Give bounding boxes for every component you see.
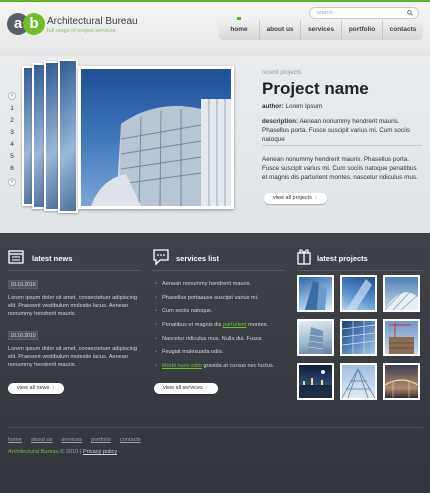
service-item[interactable]: Aenean nonummy hendrerit mauris. — [154, 281, 284, 287]
project-thumb-glass-tower[interactable] — [297, 275, 334, 312]
footer-link-services[interactable]: services — [61, 437, 82, 443]
project-thumb-glass-roof[interactable] — [340, 363, 377, 400]
pager-item-4[interactable]: 4 — [5, 139, 19, 151]
search-input[interactable]: search — [309, 7, 419, 19]
glass-roof-image — [342, 368, 375, 398]
service-item-tail: montes. — [248, 322, 269, 328]
project-thumb-office-building[interactable] — [297, 319, 334, 356]
news-icon — [8, 250, 24, 264]
view-all-news-label: view all news — [17, 385, 50, 391]
author-value: Lorem Ipsum — [285, 103, 323, 110]
project-thumb-glass-dome[interactable] — [383, 275, 420, 312]
pager-item-1[interactable]: 1 — [5, 103, 19, 115]
footer-divider — [8, 427, 423, 428]
service-item[interactable]: Penatibus et magnis dis parturient monte… — [154, 322, 284, 328]
project-photo[interactable] — [78, 66, 234, 209]
divider — [152, 270, 284, 271]
project-body: Aenean nonummy hendrerit mauris. Phasell… — [262, 156, 418, 181]
service-item[interactable]: Feugiat malesuada odio. — [154, 349, 284, 355]
latest-projects-title: latest projects — [317, 254, 368, 263]
construction-cranes-image — [389, 323, 414, 354]
arrow-right-icon: › — [314, 195, 317, 201]
view-all-news-button[interactable]: view all news › — [8, 383, 65, 394]
project-thumb-glass-facade[interactable] — [340, 275, 377, 312]
pager-down-icon[interactable]: ˅ — [8, 178, 16, 186]
project-author: author: Lorem Ipsum — [262, 103, 322, 110]
search-icon[interactable] — [407, 10, 413, 16]
project-thumb-city-night[interactable] — [297, 363, 334, 400]
author-label: author: — [262, 103, 284, 110]
footer-nav: home about us services portfolio contact… — [8, 437, 141, 443]
gift-icon — [297, 249, 311, 265]
footer-link-contacts[interactable]: contacts — [120, 437, 141, 443]
project-thumb-construction-cranes[interactable] — [383, 319, 420, 356]
service-item-tail: gravida at cursus nec luctus. — [203, 363, 275, 369]
news-text: Lorem ipsum dolor sit amet, consectetuer… — [8, 295, 138, 317]
city-night-image — [299, 370, 332, 398]
project-name: Project name — [262, 79, 369, 98]
pager-item-5[interactable]: 5 — [5, 151, 19, 163]
site-subtitle: full range of project services — [47, 28, 116, 34]
service-item[interactable]: Morbi nunc odio gravida at cursus nec lu… — [154, 363, 284, 369]
view-all-services-label: view all services — [163, 385, 203, 391]
glass-dome-image — [385, 288, 418, 310]
site-title: Architectural Bureau — [47, 16, 138, 27]
copyright: Architectural Bureau © 2010 | Privacy po… — [8, 449, 117, 455]
news-date: 10.10.2010 — [8, 280, 38, 289]
project-description: description: Aenean nonummy hendrerit ma… — [262, 117, 422, 144]
pager-up-icon[interactable]: ˄ — [8, 92, 16, 100]
description-label: description: — [262, 118, 299, 125]
nav-portfolio[interactable]: portfolio — [342, 20, 383, 40]
logo-letter-b: b — [23, 13, 45, 35]
view-all-projects-label: view all projects — [273, 195, 312, 201]
nav-contacts[interactable]: contacts — [383, 20, 423, 40]
divider — [8, 270, 140, 271]
privacy-policy-link[interactable]: Privacy policy — [83, 449, 117, 455]
service-link[interactable]: parturient — [223, 322, 247, 328]
footer-link-about-us[interactable]: about us — [31, 437, 52, 443]
news-date: 10.10.2010 — [8, 331, 38, 340]
glass-wall-image — [342, 321, 375, 354]
main-nav: home about us services portfolio contact… — [219, 17, 423, 40]
logo[interactable]: a b — [7, 13, 45, 35]
speech-bubble-icon — [153, 249, 169, 266]
project-thumb-glass-wall[interactable] — [340, 319, 377, 356]
service-item[interactable]: Cum sociis natoque. — [154, 308, 284, 314]
bridge-night-image — [385, 379, 418, 398]
glass-facade-image — [346, 279, 372, 310]
footer-brand: Architectural Bureau — [8, 449, 59, 455]
service-link[interactable]: Morbi nunc odio — [162, 363, 202, 369]
building-image — [91, 99, 231, 206]
service-item[interactable]: Nascetur ridiculus mus. Nulla dui. Fusce — [154, 336, 284, 342]
service-item-text: Penatibus et magnis dis — [162, 322, 222, 328]
nav-services[interactable]: services — [301, 20, 342, 40]
header: a b Architectural Bureau full range of p… — [0, 0, 430, 56]
slide-thumb[interactable] — [58, 59, 78, 213]
project-thumb-bridge-night[interactable] — [383, 363, 420, 400]
slide-stack — [22, 59, 82, 213]
footer-link-home[interactable]: home — [8, 437, 22, 443]
divider — [262, 145, 422, 146]
view-all-projects-button[interactable]: view all projects › — [264, 193, 327, 204]
search-placeholder: search — [316, 10, 333, 16]
divider — [297, 270, 423, 271]
arrow-right-icon: › — [205, 385, 208, 391]
news-text: Lorem ipsum dolor sit amet, consectetuer… — [8, 346, 138, 368]
office-building-image — [307, 327, 324, 354]
nav-home[interactable]: home — [219, 17, 260, 40]
pager-item-6[interactable]: 6 — [5, 163, 19, 175]
pager-item-2[interactable]: 2 — [5, 115, 19, 127]
copyright-text: © 2010 | — [60, 449, 82, 455]
footer-link-portfolio[interactable]: portfolio — [91, 437, 111, 443]
nav-about-us[interactable]: about us — [260, 20, 301, 40]
arrow-right-icon: › — [52, 385, 55, 391]
view-all-services-button[interactable]: view all services › — [154, 383, 218, 394]
glass-tower-image — [305, 281, 327, 310]
project-category: recent projects — [262, 70, 302, 76]
pager-item-3[interactable]: 3 — [5, 127, 19, 139]
services-list-title: services list — [176, 254, 219, 263]
service-item[interactable]: Phasellus portaause suscipit varius mi. — [154, 295, 284, 301]
latest-news-title: latest news — [32, 254, 73, 263]
slider-pager: ˄ 1 2 3 4 5 6 ˅ — [5, 92, 19, 189]
